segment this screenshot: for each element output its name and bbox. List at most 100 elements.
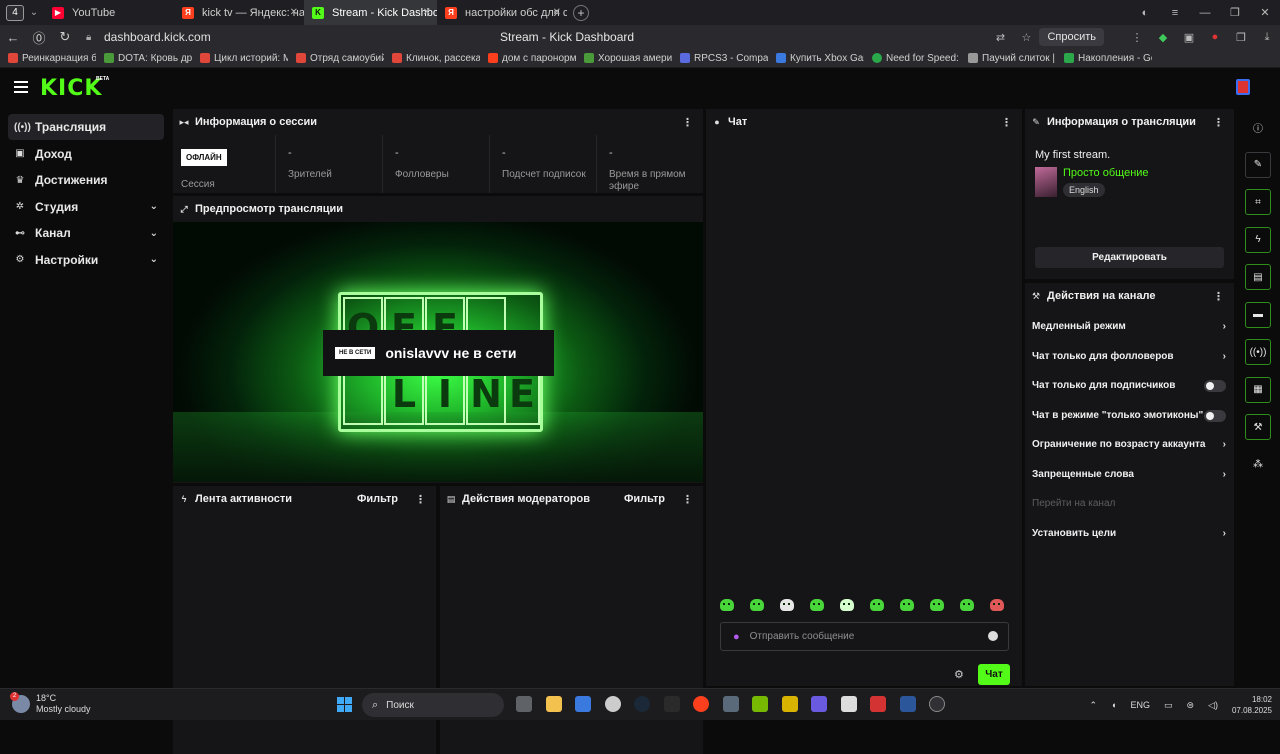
tab-counter[interactable]: 4 (6, 4, 24, 21)
category-name[interactable]: Просто общение (1063, 167, 1149, 179)
url-field[interactable]: 🔒︎ dashboard.kick.com (86, 30, 211, 44)
chevron-down-icon[interactable]: ⌄ (24, 7, 44, 18)
chat-send-button[interactable]: Чат (978, 664, 1010, 685)
bookmark-item[interactable]: DOTA: Кровь драк (104, 53, 192, 64)
sidebar-item-channel[interactable]: ⊷ Канал ⌄ (8, 220, 164, 246)
bookmark-item[interactable]: Цикл историй: М (200, 53, 288, 64)
more-icon[interactable]: ⋮ (682, 493, 693, 506)
shield-app-icon[interactable] (722, 696, 739, 712)
chat-bubble-icon[interactable]: ▬ (1245, 301, 1271, 328)
sun-app-icon[interactable] (781, 696, 798, 712)
action-banned-words[interactable]: Запрещенные слова › (1025, 460, 1234, 490)
store-icon[interactable] (575, 696, 591, 712)
language-indicator[interactable]: ENG (1130, 700, 1150, 710)
bookmark-item[interactable]: Хорошая америк (584, 53, 672, 64)
browser-tab-youtube[interactable]: ▶ YouTube (44, 0, 174, 25)
yandex-browser-icon[interactable] (693, 696, 709, 712)
close-icon[interactable]: ✕ (553, 7, 561, 18)
microphone-icon[interactable]: ◖ (1111, 700, 1116, 710)
bookmark-item[interactable]: дом с паронормал (488, 53, 576, 64)
wrench-icon[interactable]: ⚒ (1245, 414, 1271, 440)
document-icon[interactable]: ▤ (1245, 264, 1271, 290)
info-icon[interactable]: ⓘ (1245, 114, 1271, 140)
avatar[interactable] (1236, 79, 1250, 95)
gear-icon[interactable]: ⚙ (954, 668, 964, 681)
sidebar-item-stream[interactable]: ((•)) Трансляция (8, 114, 164, 140)
taskbar-search[interactable]: ⌕ Поиск (362, 693, 504, 717)
sidebar-item-settings[interactable]: ⚙ Настройки ⌄ (8, 247, 164, 273)
focus-icon[interactable]: ⌗ (1245, 189, 1271, 215)
browser-tab-kick-dashboard[interactable]: K Stream - Kick Dashboard ✕ (304, 0, 437, 25)
action-followers-only[interactable]: Чат только для фолловеров › (1025, 342, 1234, 372)
edit-button[interactable]: Редактировать (1035, 247, 1224, 268)
bookmark-item[interactable]: Отряд самоубийц (296, 53, 384, 64)
more-icon[interactable]: ⋮ (1001, 116, 1012, 129)
filter-button[interactable]: Фильтр (357, 493, 398, 505)
filter-button[interactable]: Фильтр (624, 493, 665, 505)
bookmark-item[interactable]: Паучий слиток | П (968, 53, 1056, 64)
back-icon[interactable]: ← (0, 30, 26, 45)
stream-preview[interactable]: O F F L I N E НЕ В СЕТИ onislavvv не в с… (173, 222, 703, 482)
network-icon[interactable]: ⊜ (1186, 700, 1194, 711)
emote-icon[interactable] (810, 599, 824, 611)
clock[interactable]: 18:02 07.08.2025 (1232, 694, 1272, 716)
clock-app-icon[interactable] (604, 696, 621, 712)
sidebar-item-studio[interactable]: ✲ Студия ⌄ (8, 194, 164, 220)
display-icon[interactable]: ▭ (1164, 700, 1173, 711)
emote-icon[interactable] (780, 599, 794, 611)
browser-tab-obs-settings[interactable]: Я настройки обс для стрима ✕ (437, 0, 567, 25)
more-icon[interactable]: ⋮ (415, 493, 426, 506)
action-set-goals[interactable]: Установить цели › (1025, 519, 1234, 549)
start-button[interactable] (337, 697, 352, 712)
translate-icon[interactable]: ⇄ (987, 31, 1013, 44)
obs-icon[interactable] (929, 696, 945, 712)
extension-red-icon[interactable]: ● (1202, 31, 1228, 43)
chevron-up-icon[interactable]: ⌃ (1089, 700, 1097, 711)
collections-icon[interactable]: ❐ (1228, 31, 1254, 44)
bookmark-item[interactable]: Купить Xbox Gam (776, 53, 864, 64)
emote-icon[interactable] (720, 599, 734, 611)
kick-logo[interactable]: KICK (40, 76, 102, 101)
action-slow-mode[interactable]: Медленный режим › (1025, 312, 1234, 342)
emote-icon[interactable] (960, 599, 974, 611)
restore-icon[interactable]: ❐ (1220, 6, 1250, 19)
volume-icon[interactable]: ◁) (1208, 700, 1218, 711)
browser-tab-yandex-search[interactable]: Я kick tv — Яндекс: нашлось ✕ (174, 0, 304, 25)
emote-icon[interactable] (990, 599, 1004, 611)
chat-message-input[interactable]: ● Отправить сообщение (720, 622, 1009, 651)
profile-icon[interactable]: ◐ (1130, 7, 1160, 19)
bookmark-item[interactable]: Клинок, рассекаю (392, 53, 480, 64)
microphone-icon[interactable]: ● (733, 631, 740, 643)
epic-icon[interactable] (663, 696, 680, 712)
folder-icon[interactable] (545, 696, 562, 712)
gamepad-icon[interactable] (811, 696, 827, 712)
sidebar-item-income[interactable]: ▣ Доход (8, 141, 164, 167)
file-explorer-icon[interactable] (516, 696, 532, 712)
hamburger-menu-icon[interactable] (14, 81, 28, 93)
action-account-age[interactable]: Ограничение по возрасту аккаунта › (1025, 430, 1234, 460)
close-icon[interactable]: ✕ (290, 7, 298, 18)
menu-icon[interactable]: ≡ (1160, 7, 1190, 19)
emote-icon[interactable] (930, 599, 944, 611)
word-icon[interactable] (899, 696, 916, 712)
more-icon[interactable]: ⋮ (1213, 116, 1224, 129)
ask-button[interactable]: Спросить (1039, 28, 1104, 46)
shield-icon[interactable]: ◆ (1150, 31, 1176, 44)
more-icon[interactable]: ⋮ (1213, 290, 1224, 303)
new-tab-button[interactable]: + (573, 4, 589, 21)
kick-app-icon[interactable] (870, 696, 886, 712)
bookmark-item[interactable]: RPCS3 - Compatib (680, 53, 768, 64)
weather-widget[interactable]: 2 18°C Mostly cloudy (10, 692, 91, 715)
sidebar-item-achievements[interactable]: ♛ Достижения (8, 167, 164, 193)
nvidia-icon[interactable] (752, 696, 768, 712)
extension-icon[interactable]: ▣ (1176, 31, 1202, 44)
pencil-icon[interactable]: ✎ (1245, 151, 1271, 178)
reload-icon[interactable]: ↻ (52, 29, 78, 45)
close-window-icon[interactable]: ✕ (1250, 6, 1280, 19)
steam-icon[interactable] (634, 696, 650, 712)
more-icon[interactable]: ⋮ (682, 116, 693, 129)
yandex-home-icon[interactable]: ⓪ (26, 28, 52, 47)
subscribers-only-toggle[interactable] (1204, 380, 1226, 392)
close-icon[interactable]: ✕ (423, 7, 431, 18)
download-icon[interactable]: ⤓ (1254, 31, 1280, 44)
